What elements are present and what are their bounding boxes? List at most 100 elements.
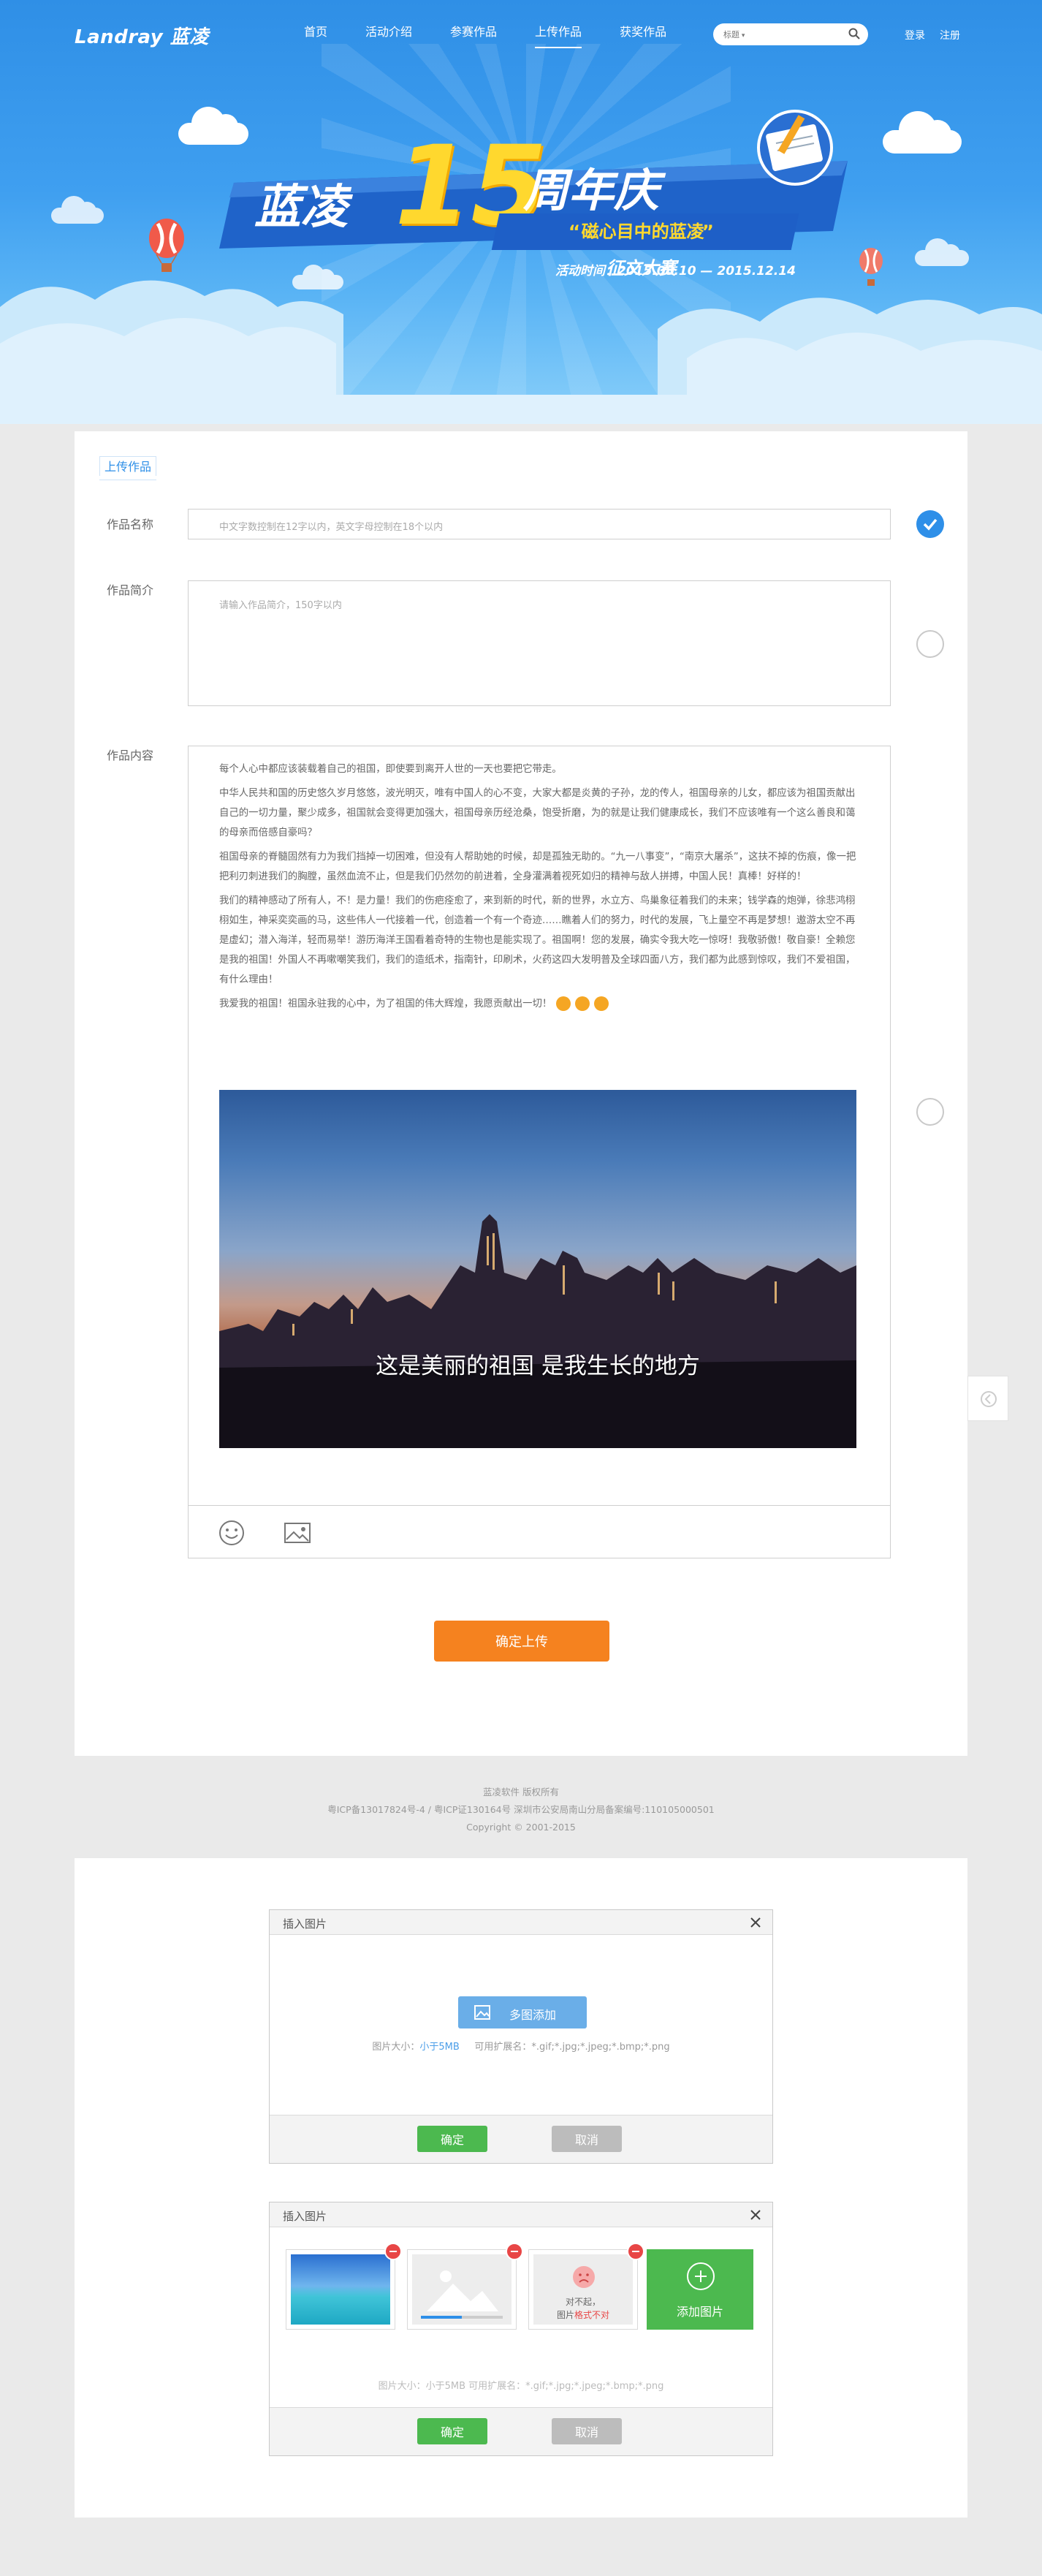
notebook-pen-icon <box>757 110 833 186</box>
image-placeholder-icon <box>427 2270 498 2311</box>
footer-copyright: Copyright © 2001-2015 <box>466 1822 576 1833</box>
image-caption: 这是美丽的祖国 是我生长的地方 <box>376 1353 700 1379</box>
image-thumbnail-error[interactable]: 对不起， 图片格式不对 <box>528 2243 644 2330</box>
delete-icon[interactable] <box>384 2243 402 2260</box>
top-navigation-bar: Landray 蓝凌 首页 活动介绍 参赛作品 上传作品 获奖作品 标题 登录 注… <box>0 0 1042 70</box>
search-box[interactable]: 标题 <box>713 23 868 45</box>
dialog-footer: 确定 取消 <box>270 2115 772 2163</box>
content-body[interactable]: 每个人心中都应该装载着自己的祖国，即使要到离开人世的一天也要把它带走。 中华人民… <box>219 759 859 1018</box>
emoji-icon <box>556 996 571 1011</box>
nav-upload[interactable]: 上传作品 <box>535 22 582 48</box>
hint-extensions: 可用扩展名：*.gif;*.jpg;*.jpeg;*.bmp;*.png <box>474 2042 670 2053</box>
dialog-showcase-card: 插入图片 多图添加 图片大小：小于5MB 可用扩展名：*.gif;*.jpg;*… <box>75 1858 967 2518</box>
image-icon <box>474 2005 490 2020</box>
upload-progress-fill <box>421 2316 462 2319</box>
submit-upload-button[interactable]: 确定上传 <box>434 1621 609 1662</box>
desc-textarea[interactable]: 请输入作品简介，150字以内 <box>188 580 891 706</box>
error-line2-prefix: 图片 <box>556 2310 574 2320</box>
upload-hint: 图片大小：小于5MB 可用扩展名：*.gif;*.jpg;*.jpeg;*.bm… <box>378 2381 664 2392</box>
image-placeholder <box>412 2254 512 2325</box>
content-paragraph: 每个人心中都应该装载着自己的祖国，即使要到离开人世的一天也要把它带走。 <box>219 764 562 775</box>
emoji-icon <box>575 996 590 1011</box>
city-skyline-image: 这是美丽的祖国 是我生长的地方 <box>219 1090 856 1448</box>
cloud-bank <box>0 280 1042 424</box>
footer-icp: 粤ICP备13017824号-4 / 粤ICP证130164号 深圳市公安局南山… <box>327 1804 715 1815</box>
login-link[interactable]: 登录 <box>905 30 925 42</box>
error-format-text: 格式不对 <box>574 2310 610 2320</box>
auth-links: 登录 注册 <box>905 28 975 42</box>
close-icon[interactable] <box>748 1914 764 1931</box>
hint-size-value: 小于5MB <box>419 2042 460 2053</box>
dialog-title: 插入图片 <box>283 2210 327 2223</box>
upload-hint: 图片大小：小于5MB 可用扩展名：*.gif;*.jpg;*.jpeg;*.bm… <box>270 2039 772 2053</box>
cloud <box>883 111 962 154</box>
content-editor[interactable]: 每个人心中都应该装载着自己的祖国，即使要到离开人世的一天也要把它带走。 中华人民… <box>188 746 891 1558</box>
nav-entries[interactable]: 参赛作品 <box>450 22 497 48</box>
multi-add-label: 多图添加 <box>509 2008 557 2022</box>
plus-icon <box>687 2262 715 2290</box>
image-thumbnail-uploading[interactable] <box>407 2243 523 2330</box>
scroll-top-button[interactable] <box>967 1376 1008 1421</box>
cancel-button[interactable]: 取消 <box>552 2126 622 2152</box>
multi-image-add-button[interactable]: 多图添加 <box>458 1996 587 2028</box>
dialog-header: 插入图片 <box>270 1910 772 1935</box>
hint-size-label: 图片大小： <box>372 2042 420 2053</box>
name-valid-check-icon <box>916 510 944 538</box>
content-check-icon <box>916 1098 944 1126</box>
image-thumbnail[interactable] <box>286 2243 402 2330</box>
banner-title-right: 周年庆 <box>523 164 660 217</box>
delete-icon[interactable] <box>506 2243 523 2260</box>
nav-winners[interactable]: 获奖作品 <box>620 22 666 48</box>
desc-label: 作品简介 <box>107 583 154 597</box>
confirm-button[interactable]: 确定 <box>417 2418 487 2444</box>
dialog-footer: 确定 取消 <box>270 2407 772 2455</box>
content-paragraph: 我爱我的祖国！祖国永驻我的心中，为了祖国的伟大辉煌，我愿贡献出一切！ <box>219 999 552 1009</box>
scroll-top-icon <box>981 1391 997 1407</box>
logo[interactable]: Landray 蓝凌 <box>75 22 209 49</box>
search-icon[interactable] <box>848 27 861 40</box>
hero-banner: 蓝凌 15 周年庆 “磁心目中的蓝凌” 征文大赛 活动时间：2015.08.10… <box>0 0 1042 424</box>
delete-icon[interactable] <box>627 2243 644 2260</box>
error-placeholder: 对不起， 图片格式不对 <box>533 2254 633 2325</box>
error-message: 对不起， 图片格式不对 <box>533 2295 633 2322</box>
register-link[interactable]: 注册 <box>940 30 960 42</box>
dialog-title: 插入图片 <box>283 1917 327 1931</box>
dialog-header: 插入图片 <box>270 2202 772 2227</box>
confirm-button[interactable]: 确定 <box>417 2126 487 2152</box>
content-paragraph: 祖国母亲的脊髓固然有力为我们挡掉一切困难，但没有人帮助她的时候，却是孤独无助的。… <box>219 852 856 882</box>
nav-home[interactable]: 首页 <box>304 22 327 48</box>
banner-subtitle-quote: “磁心目中的蓝凌” <box>566 221 717 242</box>
close-icon[interactable] <box>748 2207 764 2223</box>
content-paragraph-last: 我爱我的祖国！祖国永驻我的心中，为了祖国的伟大辉煌，我愿贡献出一切！ <box>219 994 859 1014</box>
content-paragraph: 我们的精神感动了所有人，不！是力量！我们的伤疤痊愈了，来到新的时代，新的世界，水… <box>219 895 856 985</box>
banner-title-left: 蓝凌 <box>254 181 348 235</box>
content-label: 作品内容 <box>107 749 154 762</box>
upload-progress-track <box>421 2316 503 2319</box>
name-label: 作品名称 <box>107 518 154 531</box>
image-icon[interactable] <box>284 1522 311 1544</box>
cancel-button[interactable]: 取消 <box>552 2418 622 2444</box>
insert-image-dialog-with-thumbnails: 插入图片 对不起， 图片格式不对 添加图片 图片大小：小于5MB 可用扩展名：*… <box>269 2202 773 2456</box>
search-category-select[interactable]: 标题 <box>723 29 745 40</box>
upload-form-card: 上传作品 作品名称 中文字数控制在12字以内，英文字母控制在18个以内 作品简介… <box>75 431 967 1756</box>
emoji-icon <box>594 996 609 1011</box>
upload-tab[interactable]: 上传作品 <box>99 456 157 480</box>
name-placeholder: 中文字数控制在12字以内，英文字母控制在18个以内 <box>219 522 444 533</box>
page-footer: 蓝凌软件 版权所有 粤ICP备13017824号-4 / 粤ICP证130164… <box>0 1784 1042 1836</box>
name-input[interactable]: 中文字数控制在12字以内，英文字母控制在18个以内 <box>188 509 891 539</box>
error-line2: 图片格式不对 <box>533 2308 633 2322</box>
desc-placeholder: 请输入作品简介，150字以内 <box>219 600 342 611</box>
add-image-label: 添加图片 <box>676 2305 723 2319</box>
desc-check-icon <box>916 630 944 658</box>
beach-photo <box>291 2254 390 2325</box>
add-image-button[interactable]: 添加图片 <box>647 2249 753 2330</box>
editor-toolbar <box>189 1505 890 1558</box>
nav-activity-intro[interactable]: 活动介绍 <box>365 22 412 48</box>
skyline-silhouette <box>219 1214 856 1448</box>
error-line1: 对不起， <box>565 2297 601 2307</box>
content-paragraph: 中华人民共和国的历史悠久岁月悠悠，波光明灭，唯有中国人的心不变，大家大都是炎黄的… <box>219 788 856 838</box>
cloud <box>51 196 104 224</box>
emoji-icon[interactable] <box>218 1519 246 1547</box>
footer-copyright-owner: 蓝凌软件 版权所有 <box>483 1787 559 1797</box>
insert-image-dialog: 插入图片 多图添加 图片大小：小于5MB 可用扩展名：*.gif;*.jpg;*… <box>269 1909 773 2164</box>
